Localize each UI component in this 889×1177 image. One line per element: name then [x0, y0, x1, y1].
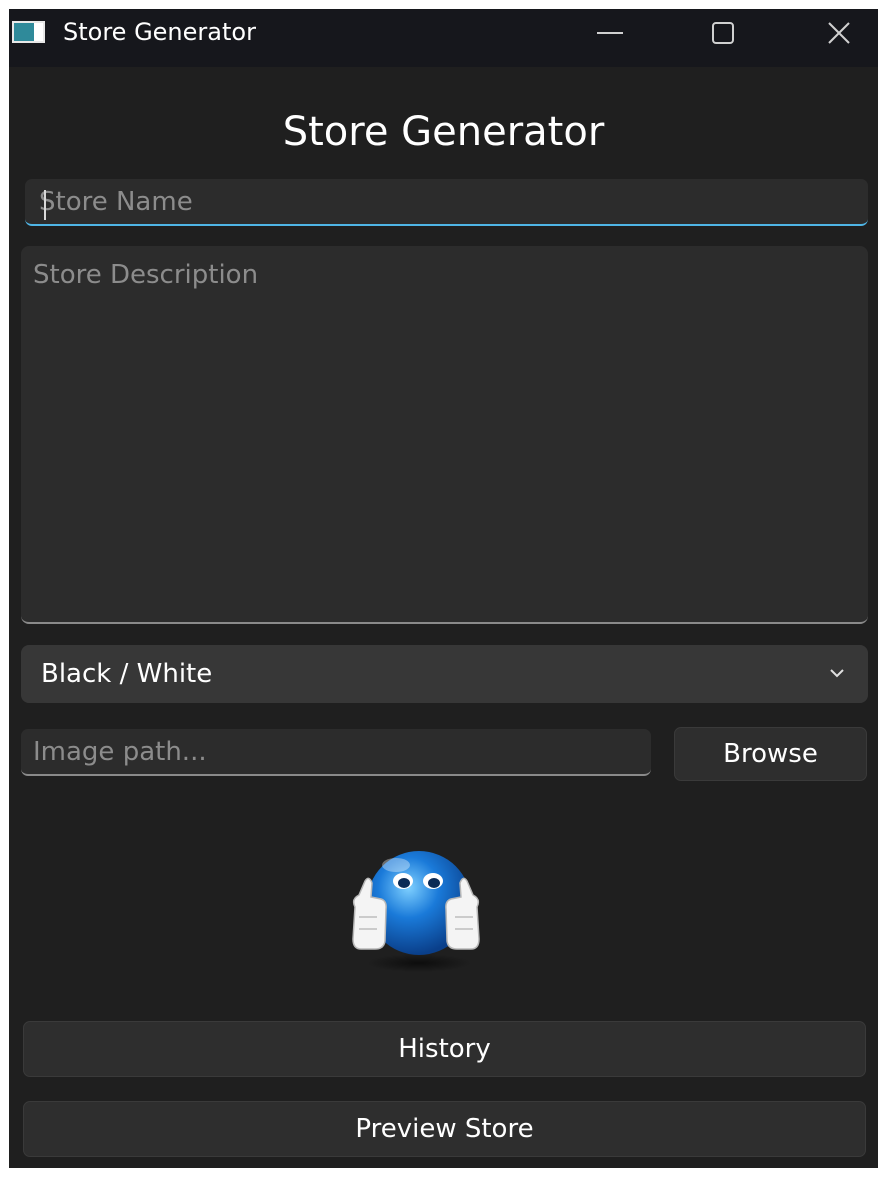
- page-title: Store Generator: [282, 109, 605, 155]
- history-button[interactable]: History: [23, 1021, 866, 1077]
- store-name-input[interactable]: [33, 187, 859, 217]
- image-path-field[interactable]: [21, 729, 651, 776]
- maximize-icon: [712, 22, 734, 44]
- preview-store-button[interactable]: Preview Store: [23, 1101, 866, 1157]
- window-title: Store Generator: [63, 18, 256, 46]
- text-caret: [44, 190, 46, 220]
- minimize-icon: [597, 32, 623, 34]
- maximize-button[interactable]: [690, 9, 756, 57]
- theme-select-value: Black / White: [41, 659, 213, 689]
- minimize-button[interactable]: [577, 9, 643, 57]
- image-path-input[interactable]: [33, 737, 638, 767]
- chevron-down-icon: [830, 669, 844, 678]
- theme-select[interactable]: Black / White: [21, 645, 868, 703]
- app-window-icon: [12, 21, 45, 43]
- store-name-field[interactable]: [25, 179, 868, 226]
- thumbs-up-smiley-icon: [352, 851, 480, 972]
- close-button[interactable]: [806, 9, 872, 57]
- browse-button[interactable]: Browse: [674, 727, 867, 781]
- title-bar[interactable]: Store Generator: [9, 9, 878, 67]
- close-icon: [828, 22, 850, 44]
- store-description-input[interactable]: [33, 260, 853, 600]
- store-description-field[interactable]: [21, 246, 868, 624]
- app-window: Store Generator Store Generator Black / …: [9, 9, 878, 1168]
